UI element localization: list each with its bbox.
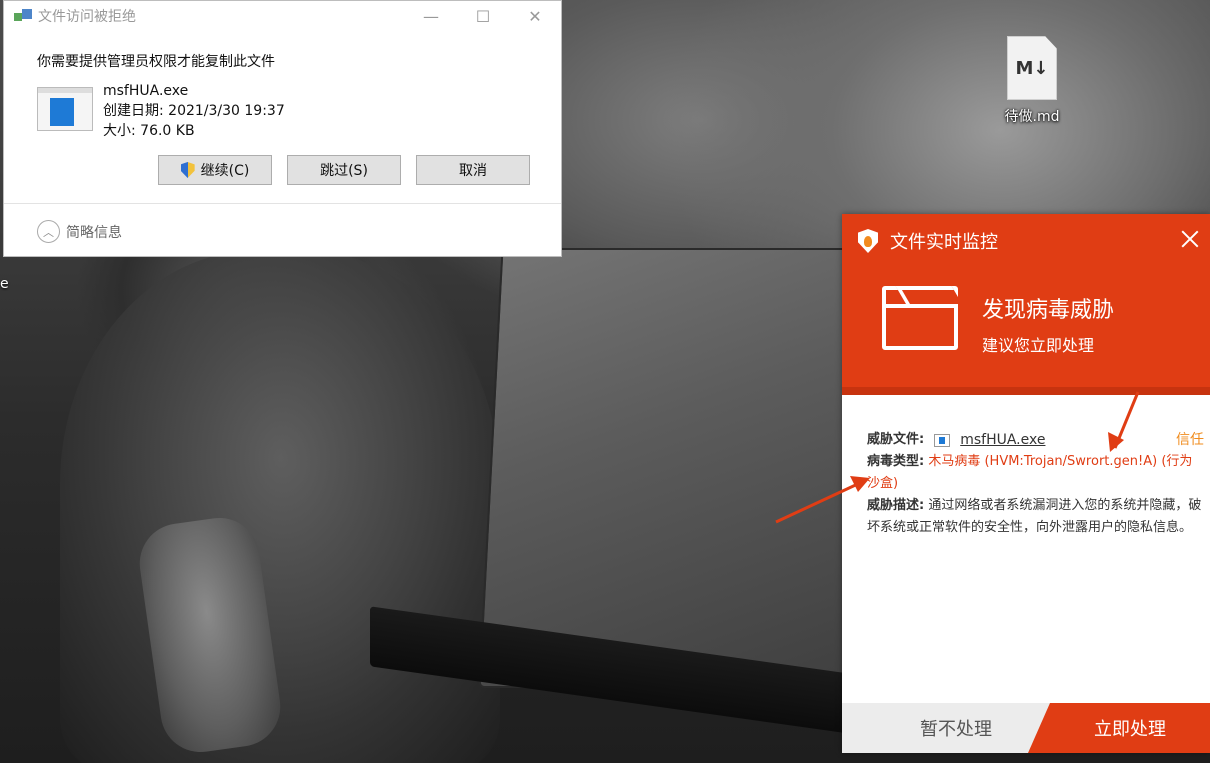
antivirus-logo-icon bbox=[858, 229, 878, 253]
close-icon[interactable] bbox=[1179, 228, 1201, 250]
file-details: msfHUA.exe 创建日期: 2021/3/30 19:37 大小: 76.… bbox=[103, 81, 285, 141]
file-access-denied-dialog: 文件访问被拒绝 — ☐ ✕ 你需要提供管理员权限才能复制此文件 msfHUA.e… bbox=[3, 0, 562, 257]
dialog-heading: 你需要提供管理员权限才能复制此文件 bbox=[37, 54, 275, 70]
maximize-button[interactable]: ☐ bbox=[457, 1, 509, 31]
antivirus-popup: 文件实时监控 发现病毒威胁 建议您立即处理 威胁文件: msfHUA.exe 信… bbox=[842, 214, 1210, 753]
exe-file-icon bbox=[37, 87, 93, 131]
details-toggle[interactable]: ︿ 简略信息 bbox=[37, 220, 122, 243]
wallpaper-figure bbox=[60, 250, 500, 763]
exe-file-icon bbox=[934, 433, 951, 447]
threat-desc-row: 威胁描述: 通过网络或者系统漏洞进入您的系统并隐藏，破坏系统或正常软件的安全性，… bbox=[867, 495, 1202, 539]
uac-shield-icon bbox=[180, 162, 195, 178]
chevron-up-icon: ︿ bbox=[37, 220, 60, 243]
window-controls: — ☐ ✕ bbox=[405, 1, 561, 31]
alert-title: 发现病毒威胁 bbox=[982, 298, 1115, 323]
cancel-button[interactable]: 取消 bbox=[416, 155, 530, 185]
dialog-divider bbox=[4, 203, 561, 204]
details-toggle-label: 简略信息 bbox=[66, 224, 122, 241]
folder-icon bbox=[882, 286, 958, 350]
file-name: msfHUA.exe bbox=[103, 83, 189, 99]
threat-details: 威胁文件: msfHUA.exe 信任 病毒类型: 木马病毒 (HVM:Troj… bbox=[842, 395, 1210, 539]
file-created-date: 创建日期: 2021/3/30 19:37 bbox=[103, 103, 285, 119]
file-info: msfHUA.exe 创建日期: 2021/3/30 19:37 大小: 76.… bbox=[37, 81, 561, 141]
continue-button[interactable]: 继续(C) bbox=[158, 155, 272, 185]
antivirus-header: 文件实时监控 发现病毒威胁 建议您立即处理 bbox=[842, 214, 1210, 387]
file-transfer-icon bbox=[14, 9, 32, 23]
dialog-buttons: 继续(C) 跳过(S) 取消 bbox=[158, 155, 561, 185]
antivirus-titlebar: 文件实时监控 bbox=[842, 214, 1210, 268]
threat-file-row: 威胁文件: msfHUA.exe bbox=[867, 429, 1202, 451]
threat-file-link[interactable]: msfHUA.exe bbox=[960, 429, 1045, 451]
dialog-body: 你需要提供管理员权限才能复制此文件 msfHUA.exe 创建日期: 2021/… bbox=[4, 31, 561, 185]
desktop-icon-partial-label[interactable]: e bbox=[0, 276, 9, 292]
desktop-icon-label: 待做.md bbox=[1004, 109, 1060, 125]
antivirus-title: 文件实时监控 bbox=[890, 232, 998, 253]
virus-type-value: 木马病毒 (HVM:Trojan/Swrort.gen!A) bbox=[928, 454, 1158, 469]
minimize-button[interactable]: — bbox=[405, 1, 457, 31]
virus-type-label: 病毒类型: bbox=[867, 454, 925, 469]
continue-button-label: 继续(C) bbox=[200, 163, 250, 179]
markdown-file-icon: M↓ bbox=[1007, 36, 1057, 100]
virus-type-row: 病毒类型: 木马病毒 (HVM:Trojan/Swrort.gen!A) (行为… bbox=[867, 451, 1202, 495]
handle-now-button[interactable]: 立即处理 bbox=[1028, 703, 1210, 753]
trust-button[interactable]: 信任 bbox=[1176, 429, 1204, 451]
file-size: 大小: 76.0 KB bbox=[103, 123, 195, 139]
skip-button[interactable]: 跳过(S) bbox=[287, 155, 401, 185]
antivirus-footer: 暂不处理 立即处理 bbox=[842, 703, 1210, 753]
close-button[interactable]: ✕ bbox=[509, 1, 561, 31]
alert-message: 发现病毒威胁 建议您立即处理 bbox=[982, 292, 1114, 356]
dialog-title: 文件访问被拒绝 bbox=[38, 9, 136, 25]
desktop-icon-todo-md[interactable]: M↓ 待做.md bbox=[996, 36, 1068, 126]
wallpaper-laptop bbox=[478, 248, 882, 688]
alert-subtitle: 建议您立即处理 bbox=[982, 336, 1095, 355]
threat-file-label: 威胁文件: bbox=[867, 432, 925, 447]
threat-desc-label: 威胁描述: bbox=[867, 498, 925, 513]
header-shadow-strip bbox=[842, 387, 1210, 395]
